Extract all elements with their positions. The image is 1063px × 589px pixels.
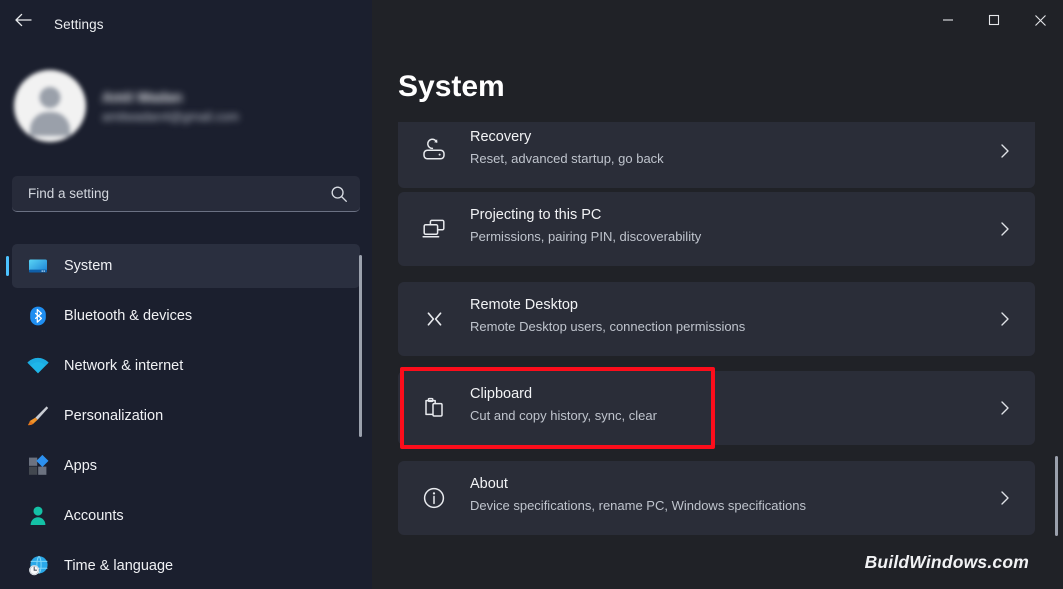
recovery-icon xyxy=(418,135,450,167)
settings-card-list: Recovery Reset, advanced startup, go bac… xyxy=(372,122,1063,589)
sidebar-item-label: Time & language xyxy=(64,558,174,574)
maximize-button[interactable] xyxy=(971,0,1017,40)
sidebar-nav: System Bluetooth & devices Network & int… xyxy=(0,244,372,589)
settings-card-projecting-to-this-pc[interactable]: Projecting to this PC Permissions, pairi… xyxy=(398,192,1035,266)
window-controls xyxy=(925,0,1063,40)
projecting-monitors-icon xyxy=(418,213,450,245)
clipboard-highlight-box xyxy=(400,367,715,449)
remote-desktop-icon xyxy=(418,303,450,335)
sidebar-item-label: Personalization xyxy=(64,408,164,424)
app-title: Settings xyxy=(54,17,104,32)
chevron-right-icon[interactable] xyxy=(999,141,1013,161)
person-icon xyxy=(24,502,52,530)
globe-clock-icon xyxy=(24,552,52,580)
arrow-left-icon xyxy=(14,12,32,28)
search-box[interactable]: Find a setting xyxy=(12,176,360,212)
page-title: System xyxy=(398,70,505,103)
card-title: Projecting to this PC xyxy=(470,207,602,223)
user-avatar-icon xyxy=(14,70,86,142)
sidebar-item-label: Network & internet xyxy=(64,358,184,374)
settings-card-about[interactable]: About Device specifications, rename PC, … xyxy=(398,461,1035,535)
sidebar-item-accounts[interactable]: Accounts xyxy=(12,494,360,538)
maximize-icon xyxy=(988,14,1000,26)
chevron-right-icon[interactable] xyxy=(999,219,1013,239)
card-title: Remote Desktop xyxy=(470,297,578,313)
card-subtitle: Remote Desktop users, connection permiss… xyxy=(470,319,746,334)
sidebar-item-apps[interactable]: Apps xyxy=(12,444,360,488)
sidebar-item-personalization[interactable]: Personalization xyxy=(12,394,360,438)
close-icon xyxy=(1034,14,1047,27)
apps-grid-icon xyxy=(24,452,52,480)
account-block[interactable]: Amit Wadan amitwadan4@gmail.com xyxy=(14,62,354,148)
avatar-body xyxy=(30,112,70,136)
sidebar-item-label: Apps xyxy=(64,458,98,474)
settings-card-remote-desktop[interactable]: Remote Desktop Remote Desktop users, con… xyxy=(398,282,1035,356)
sidebar-item-network-internet[interactable]: Network & internet xyxy=(12,344,360,388)
monitor-icon xyxy=(24,252,52,280)
close-button[interactable] xyxy=(1017,0,1063,40)
paintbrush-icon xyxy=(24,402,52,430)
chevron-right-icon[interactable] xyxy=(999,309,1013,329)
title-bar: Settings xyxy=(0,0,1063,40)
minimize-button[interactable] xyxy=(925,0,971,40)
sidebar-item-bluetooth-devices[interactable]: Bluetooth & devices xyxy=(12,294,360,338)
card-title: About xyxy=(470,476,508,492)
content-scrollbar-thumb[interactable] xyxy=(1055,456,1058,536)
settings-window: Settings Amit Wadan amitwadan4@gmail.com… xyxy=(0,0,1063,589)
card-title: Recovery xyxy=(470,129,532,145)
sidebar-scrollbar[interactable] xyxy=(359,255,362,437)
card-subtitle: Reset, advanced startup, go back xyxy=(470,151,664,166)
search-icon[interactable] xyxy=(330,185,348,203)
chevron-right-icon[interactable] xyxy=(999,398,1013,418)
search-input[interactable]: Find a setting xyxy=(28,186,109,201)
sidebar-item-system[interactable]: System xyxy=(6,244,360,288)
bluetooth-icon xyxy=(24,302,52,330)
minimize-icon xyxy=(942,14,954,26)
sidebar-item-label: Accounts xyxy=(64,508,124,524)
sidebar-item-label: Bluetooth & devices xyxy=(64,308,193,324)
active-indicator xyxy=(6,256,9,276)
watermark: BuildWindows.com xyxy=(864,552,1029,572)
card-subtitle: Device specifications, rename PC, Window… xyxy=(470,498,806,513)
account-email: amitwadan4@gmail.com xyxy=(102,110,240,124)
wifi-icon xyxy=(24,352,52,380)
avatar-head xyxy=(39,87,61,108)
back-button[interactable] xyxy=(8,6,38,34)
settings-card-recovery[interactable]: Recovery Reset, advanced startup, go bac… xyxy=(398,122,1035,188)
info-circle-icon xyxy=(418,482,450,514)
card-subtitle: Permissions, pairing PIN, discoverabilit… xyxy=(470,229,702,244)
sidebar-item-time-language[interactable]: Time & language xyxy=(12,544,360,588)
sidebar-item-label: System xyxy=(64,258,113,274)
account-name: Amit Wadan xyxy=(102,89,183,105)
chevron-right-icon[interactable] xyxy=(999,488,1013,508)
